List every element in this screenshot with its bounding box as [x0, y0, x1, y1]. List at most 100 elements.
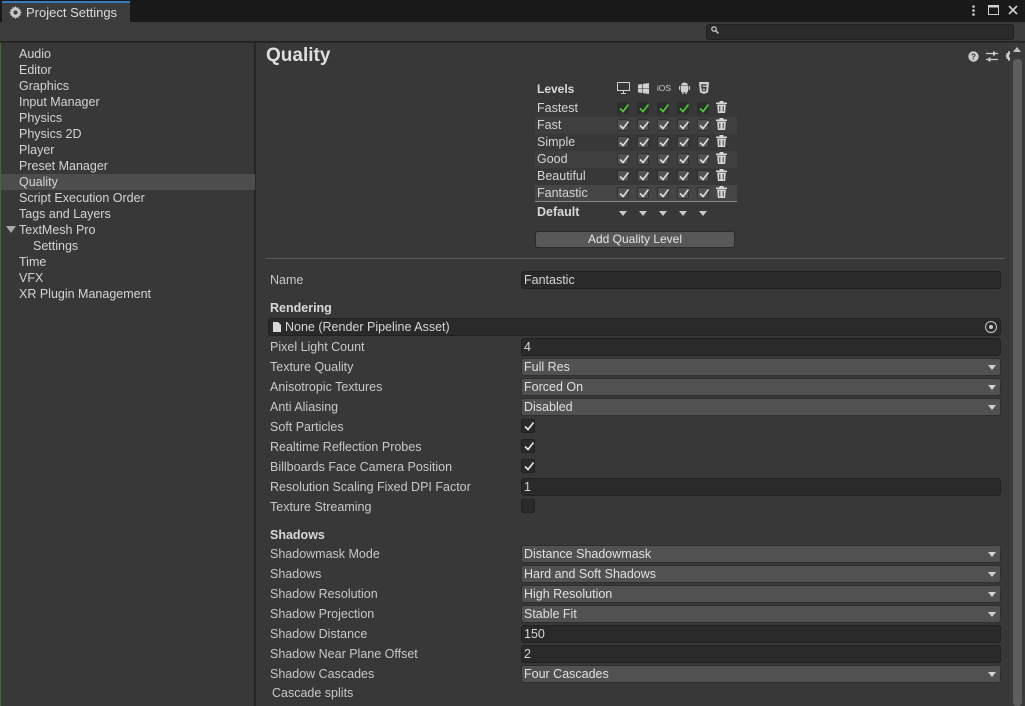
sidebar-item-textmesh-settings[interactable]: Settings	[1, 238, 255, 254]
platform-checkbox[interactable]	[677, 187, 690, 199]
delete-level-icon[interactable]	[716, 169, 728, 182]
default-dropdown-arrow-icon[interactable]	[659, 211, 667, 216]
shadow-projection-dropdown[interactable]: Stable Fit	[521, 605, 1001, 623]
sidebar-item-tags-and-layers[interactable]: Tags and Layers	[1, 206, 255, 222]
platform-checkbox[interactable]	[617, 136, 630, 148]
more-options-icon[interactable]	[967, 3, 979, 17]
platform-checkbox[interactable]	[697, 187, 710, 199]
platform-checkbox[interactable]	[637, 170, 650, 182]
platform-checkbox[interactable]	[637, 187, 650, 199]
shadow-resolution-label: Shadow Resolution	[270, 587, 378, 601]
delete-level-icon[interactable]	[716, 186, 728, 199]
sidebar-item-preset-manager[interactable]: Preset Manager	[1, 158, 255, 174]
pixel-light-count-label: Pixel Light Count	[270, 340, 365, 354]
tab-project-settings[interactable]: Project Settings	[2, 1, 130, 22]
platform-checkbox[interactable]	[697, 153, 710, 165]
platform-checkbox[interactable]	[617, 153, 630, 165]
sidebar-item-script-execution-order[interactable]: Script Execution Order	[1, 190, 255, 206]
quality-levels-matrix: Levels iOS Fastest Fast Simple Good Beau…	[535, 79, 737, 224]
shadow-distance-field[interactable]: 150	[521, 625, 1001, 643]
platform-checkbox[interactable]	[657, 153, 670, 165]
platform-checkbox[interactable]	[677, 153, 690, 165]
sidebar-item-graphics[interactable]: Graphics	[1, 78, 255, 94]
name-label: Name	[270, 273, 304, 287]
platform-checkbox[interactable]	[657, 136, 670, 148]
shadow-near-plane-field[interactable]: 2	[521, 645, 1001, 663]
object-picker-icon[interactable]	[985, 321, 997, 333]
add-quality-level-button[interactable]: Add Quality Level	[535, 231, 735, 248]
platform-checkbox[interactable]	[637, 102, 650, 114]
search-input[interactable]	[706, 24, 1014, 40]
quality-level-row[interactable]: Good	[535, 151, 737, 168]
default-dropdown-arrow-icon[interactable]	[679, 211, 687, 216]
platform-checkbox[interactable]	[617, 187, 630, 199]
quality-level-row[interactable]: Simple	[535, 134, 737, 151]
anti-aliasing-dropdown[interactable]: Disabled	[521, 398, 1001, 416]
platform-checkbox[interactable]	[697, 102, 710, 114]
sidebar-item-editor[interactable]: Editor	[1, 62, 255, 78]
anisotropic-textures-dropdown[interactable]: Forced On	[521, 378, 1001, 396]
vertical-scrollbar[interactable]	[1010, 43, 1025, 706]
help-icon[interactable]: ?	[967, 50, 979, 62]
sidebar-item-physics-2d[interactable]: Physics 2D	[1, 126, 255, 142]
webgl-icon	[697, 81, 711, 95]
render-pipeline-asset-field[interactable]: None (Render Pipeline Asset)	[268, 318, 1001, 336]
name-field[interactable]: Fantastic	[521, 271, 1001, 289]
platform-checkbox[interactable]	[677, 170, 690, 182]
scroll-up-arrow-icon[interactable]	[1013, 47, 1021, 52]
default-dropdown-arrow-icon[interactable]	[699, 211, 707, 216]
default-dropdown-arrow-icon[interactable]	[639, 211, 647, 216]
sidebar-item-player[interactable]: Player	[1, 142, 255, 158]
pixel-light-count-field[interactable]: 4	[521, 338, 1001, 356]
foldout-arrow-icon[interactable]	[6, 226, 16, 233]
platform-checkbox[interactable]	[617, 119, 630, 131]
delete-level-icon[interactable]	[716, 135, 728, 148]
billboards-face-camera-checkbox[interactable]	[521, 459, 535, 473]
sidebar-item-vfx[interactable]: VFX	[1, 270, 255, 286]
maximize-icon[interactable]	[987, 3, 999, 17]
platform-checkbox[interactable]	[637, 119, 650, 131]
platform-checkbox[interactable]	[657, 119, 670, 131]
quality-level-row[interactable]: Beautiful	[535, 168, 737, 185]
sidebar-item-input-manager[interactable]: Input Manager	[1, 94, 255, 110]
shadow-resolution-dropdown[interactable]: High Resolution	[521, 585, 1001, 603]
platform-checkbox[interactable]	[637, 153, 650, 165]
realtime-reflection-probes-checkbox[interactable]	[521, 439, 535, 453]
platform-checkbox[interactable]	[657, 102, 670, 114]
quality-level-row-selected[interactable]: Fantastic	[535, 185, 737, 202]
dpi-factor-field[interactable]: 1	[521, 478, 1001, 496]
platform-checkbox[interactable]	[617, 102, 630, 114]
texture-quality-dropdown[interactable]: Full Res	[521, 358, 1001, 376]
close-icon[interactable]	[1007, 3, 1019, 17]
default-dropdown-arrow-icon[interactable]	[619, 211, 627, 216]
platform-checkbox[interactable]	[677, 119, 690, 131]
platform-checkbox[interactable]	[637, 136, 650, 148]
soft-particles-checkbox[interactable]	[521, 419, 535, 433]
platform-checkbox[interactable]	[677, 102, 690, 114]
texture-streaming-checkbox[interactable]	[521, 499, 535, 513]
sidebar-item-time[interactable]: Time	[1, 254, 255, 270]
shadowmask-mode-dropdown[interactable]: Distance Shadowmask	[521, 545, 1001, 563]
platform-checkbox[interactable]	[677, 136, 690, 148]
platform-checkbox[interactable]	[697, 136, 710, 148]
quality-level-row[interactable]: Fastest	[535, 100, 737, 117]
preset-icon[interactable]	[986, 50, 998, 62]
scrollbar-thumb[interactable]	[1013, 59, 1022, 706]
platform-checkbox[interactable]	[697, 119, 710, 131]
shadows-dropdown[interactable]: Hard and Soft Shadows	[521, 565, 1001, 583]
sidebar-item-audio[interactable]: Audio	[1, 46, 255, 62]
sidebar-item-physics[interactable]: Physics	[1, 110, 255, 126]
platform-checkbox[interactable]	[657, 187, 670, 199]
sidebar-item-quality[interactable]: Quality	[1, 174, 255, 190]
platform-checkbox[interactable]	[697, 170, 710, 182]
platform-checkbox[interactable]	[657, 170, 670, 182]
delete-level-icon[interactable]	[716, 152, 728, 165]
sidebar-item-xr-plugin-management[interactable]: XR Plugin Management	[1, 286, 255, 302]
sidebar-item-textmesh-pro[interactable]: TextMesh Pro	[1, 222, 255, 238]
delete-level-icon[interactable]	[716, 101, 728, 114]
quality-level-row[interactable]: Fast	[535, 117, 737, 134]
shadow-cascades-dropdown[interactable]: Four Cascades	[521, 665, 1001, 683]
delete-level-icon[interactable]	[716, 118, 728, 131]
platform-checkbox[interactable]	[617, 170, 630, 182]
settings-sidebar: Audio Editor Graphics Input Manager Phys…	[0, 43, 255, 706]
